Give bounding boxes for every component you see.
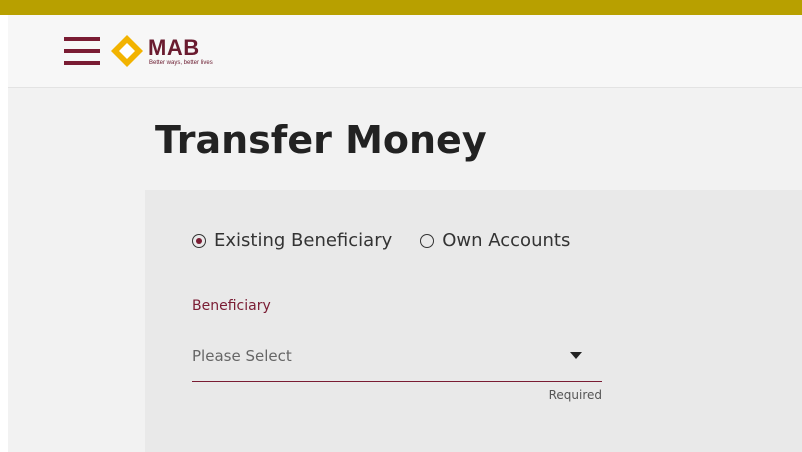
beneficiary-placeholder: Please Select [192,347,292,365]
app-header: MAB Better ways, better lives [8,15,802,88]
radio-label: Existing Beneficiary [214,230,393,251]
page-title: Transfer Money [155,118,487,162]
radio-unchecked-icon [420,233,435,248]
brand-name: MAB [148,35,200,60]
brand-tagline: Better ways, better lives [149,60,213,66]
hamburger-icon[interactable] [64,37,100,65]
beneficiary-select[interactable]: Please Select [192,335,602,382]
transfer-type-radio-group: Existing Beneficiary Own Accounts [192,230,598,251]
required-hint: Required [548,388,602,402]
top-accent-bar [0,0,802,15]
transfer-form-card: Existing Beneficiary Own Accounts Benefi… [145,190,802,452]
radio-checked-icon [192,233,206,248]
radio-label: Own Accounts [442,230,571,251]
left-edge-strip [0,15,8,452]
radio-existing-beneficiary[interactable]: Existing Beneficiary [192,230,392,251]
caret-down-icon [570,352,582,359]
radio-own-accounts[interactable]: Own Accounts [420,230,570,251]
beneficiary-label: Beneficiary [192,298,271,314]
logo-diamond-icon [111,35,143,67]
